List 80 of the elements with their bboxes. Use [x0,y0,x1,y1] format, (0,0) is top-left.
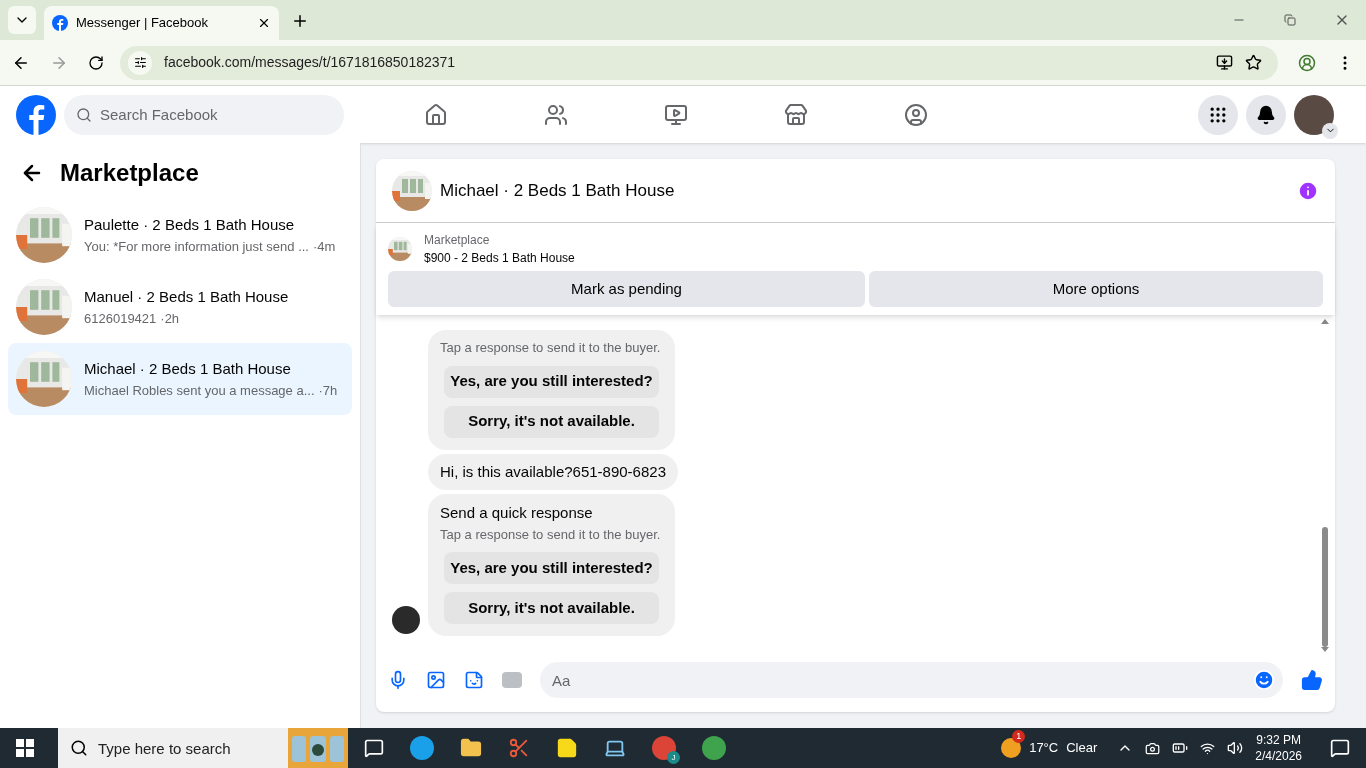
scroll-up-icon[interactable] [1321,319,1329,324]
conversation-item[interactable]: Paulette · 2 Beds 1 Bath House You: *For more information just send ... ·4m [8,199,352,271]
tune-icon [133,56,147,69]
weather-badge: 1 [1012,730,1026,743]
conversation-preview: Michael Robles sent you a message a... [84,381,315,400]
profile-icon[interactable] [1298,53,1316,72]
address-bar[interactable]: facebook.com/messages/t/1671816850182371 [120,45,1278,80]
wifi-icon[interactable] [1200,740,1216,756]
taskbar-search-field[interactable]: Type here to search [58,728,288,768]
close-tab-icon[interactable] [257,16,271,30]
tab-title: Messenger | Facebook [76,14,209,33]
scroll-down-icon[interactable] [1321,647,1329,652]
bell-icon [1256,104,1276,125]
weather-condition: Clear [1066,739,1098,758]
profile-badge: J [667,751,680,764]
windows-logo-icon[interactable] [16,739,34,757]
conversation-time: ·2h [160,309,180,328]
snipping-tool-icon[interactable] [508,737,530,759]
search-icon [70,739,88,757]
url-text: facebook.com/messages/t/1671816850182371 [164,53,457,72]
emoji-icon[interactable] [1253,669,1275,691]
card-subtitle: Tap a response to send it to the buyer. [440,525,662,544]
volume-icon[interactable] [1227,740,1244,756]
listing-action-button[interactable]: Mark as pending [388,271,865,307]
message-field[interactable]: Aa [540,662,1283,698]
conversation-time: ·4m [312,237,336,256]
photo-icon[interactable] [426,670,446,690]
notifications-button[interactable] [1246,94,1286,135]
microphone-icon[interactable] [388,670,408,690]
conversation-item[interactable]: Manuel · 2 Beds 1 Bath House 6126019421 ·2h [8,271,352,343]
listing-title: $900 - 2 Beds 1 Bath House [424,250,575,267]
home-icon[interactable] [424,102,448,127]
facebook-logo-icon [52,15,68,31]
sender-avatar [392,606,420,634]
video-icon[interactable] [664,102,688,127]
clock-date: 2/4/2026 [1255,748,1302,764]
sidebar-title: Marketplace [60,158,199,188]
sticky-notes-icon[interactable] [556,737,578,759]
menu-button[interactable] [1198,94,1238,135]
bookmark-star-icon[interactable] [1245,54,1262,71]
account-caret-icon[interactable] [1322,122,1338,139]
conversation-time: ·7h [318,381,338,400]
conversation-item[interactable]: Michael · 2 Beds 1 Bath House Michael Robles sent you a message a... ·7h [8,343,352,415]
reload-icon[interactable] [88,54,104,71]
message-bubble: Hi, is this available?651-890-6823 [428,453,678,490]
listing-action-button[interactable]: More options [869,271,1323,307]
quick-reply-button[interactable]: Yes, are you still interested? [444,552,659,584]
new-tab-icon[interactable] [291,12,309,30]
install-icon[interactable] [1216,54,1233,71]
conversation-preview: You: *For more information just send ... [84,237,309,256]
battery-icon[interactable] [1172,740,1189,756]
like-icon[interactable] [1301,669,1323,691]
friends-icon[interactable] [544,102,568,127]
temperature-text: 17°C [1029,739,1059,758]
conversation-preview: 6126019421 [84,309,157,328]
facebook-logo-icon[interactable] [16,94,56,135]
card-subtitle: Tap a response to send it to the buyer. [440,339,662,357]
clock-time: 9:32 PM [1256,732,1301,748]
browser-tab[interactable]: Messenger | Facebook [44,6,279,40]
groups-icon[interactable] [904,102,928,127]
restore-icon[interactable] [1284,14,1296,26]
quick-reply-button[interactable]: Yes, are you still interested? [444,365,659,398]
notifications-icon[interactable] [1330,738,1350,758]
listing-label: Marketplace [424,232,491,249]
search-icon [76,106,92,123]
chat-title: Michael · 2 Beds 1 Bath House [440,179,675,202]
quick-reply-button[interactable]: Sorry, it's not available. [444,405,659,438]
file-explorer-icon[interactable] [460,737,482,759]
quick-reply-button[interactable]: Sorry, it's not available. [444,592,659,624]
tab-list-button[interactable] [8,6,36,34]
conversation-title: Paulette · 2 Beds 1 Bath House [84,215,296,235]
info-icon[interactable] [1297,179,1319,202]
camera-icon[interactable] [1145,740,1161,756]
card-title: Send a quick response [440,503,594,523]
marketplace-icon[interactable] [784,102,808,127]
search-field[interactable]: Search Facebook [64,94,344,135]
conversation-title: Manuel · 2 Beds 1 Bath House [84,287,289,307]
site-info-button[interactable] [128,50,152,75]
sticker-icon[interactable] [464,670,484,690]
conversation-title: Michael · 2 Beds 1 Bath House [84,359,292,379]
